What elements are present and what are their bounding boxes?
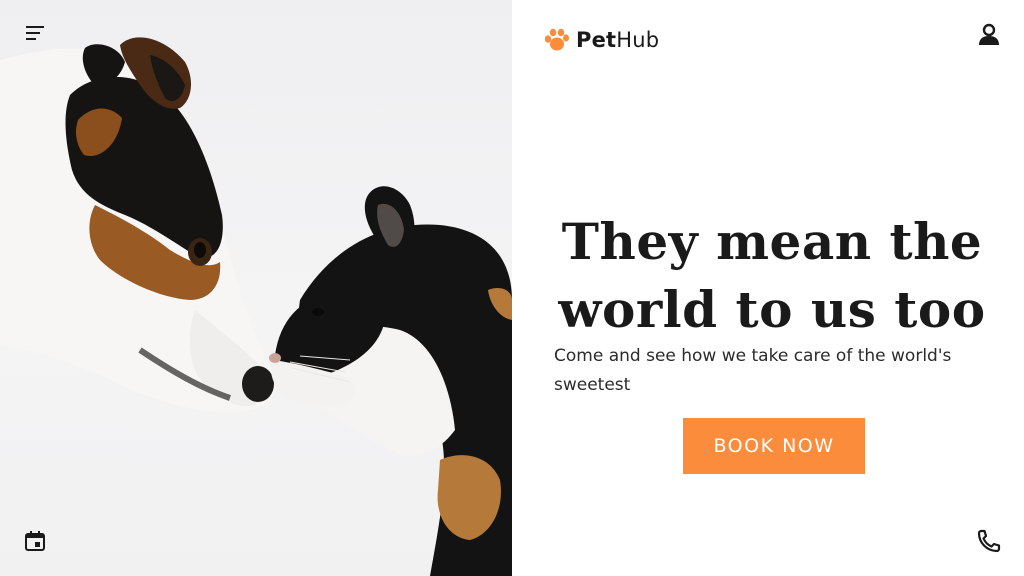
menu-button[interactable] [24, 22, 48, 46]
brand-name: PetHub [576, 28, 659, 52]
paw-icon [544, 28, 569, 51]
phone-icon [977, 529, 1001, 553]
hero-image-dog-and-cat [0, 0, 512, 576]
brand-logo[interactable]: PetHub [542, 26, 659, 54]
book-now-button[interactable]: BOOK NOW [683, 418, 865, 474]
calendar-button[interactable] [24, 530, 46, 552]
hero-subtext: Come and see how we take care of the wor… [554, 346, 952, 395]
content-panel: PetHub They mean the world to us too Com… [512, 0, 1024, 576]
brand-name-regular: Hub [616, 28, 660, 52]
hero-headline: They mean the world to us too [558, 212, 986, 339]
user-icon [979, 23, 999, 45]
calendar-icon [25, 531, 45, 551]
dog-and-cat-illustration [0, 37, 512, 576]
menu-icon [26, 26, 44, 40]
brand-name-bold: Pet [576, 28, 617, 52]
phone-button[interactable] [976, 528, 1002, 554]
account-button[interactable] [976, 22, 1002, 48]
